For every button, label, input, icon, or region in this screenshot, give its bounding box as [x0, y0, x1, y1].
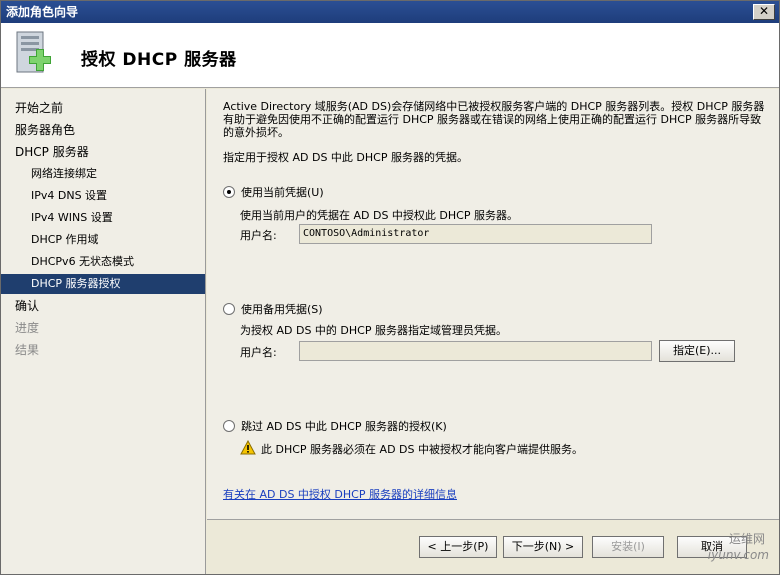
- current-username-field: CONTOSO\Administrator: [299, 224, 652, 244]
- add-roles-wizard-window: 添加角色向导 ✕ 授权 DHCP 服务器 开始之前 服务器角色 DHCP 服务器…: [0, 0, 780, 575]
- content-pane: Active Directory 域服务(AD DS)会存储网络中已被授权服务客…: [207, 89, 779, 519]
- window-title: 添加角色向导: [6, 5, 79, 19]
- current-username-label: 用户名:: [240, 229, 277, 242]
- nav-item-dhcp-server[interactable]: DHCP 服务器: [1, 142, 205, 162]
- install-button: 安装(I): [592, 536, 664, 558]
- nav-item-dhcp-authorization[interactable]: DHCP 服务器授权: [1, 274, 205, 294]
- radio-current-label: 使用当前凭据(U): [241, 186, 324, 199]
- nav-item-ipv4-dns[interactable]: IPv4 DNS 设置: [1, 186, 205, 206]
- button-bar: < 上一步(P) 下一步(N) > 安装(I) 取消 运维网 iyunv.com: [207, 519, 779, 574]
- nav-item-dhcpv6-stateless[interactable]: DHCPv6 无状态模式: [1, 252, 205, 272]
- alternate-username-label: 用户名:: [240, 346, 277, 359]
- wizard-nav: 开始之前 服务器角色 DHCP 服务器 网络连接绑定 IPv4 DNS 设置 I…: [1, 89, 206, 574]
- alternate-credentials-description: 为授权 AD DS 中的 DHCP 服务器指定域管理员凭据。: [240, 324, 507, 337]
- radio-current-credentials[interactable]: 使用当前凭据(U): [223, 184, 324, 200]
- radio-unchecked[interactable]: [223, 420, 235, 432]
- nav-item-progress: 进度: [15, 321, 40, 335]
- nav-item-network-binding[interactable]: 网络连接绑定: [1, 164, 205, 184]
- watermark-logo: 运维网 iyunv.com: [671, 528, 771, 570]
- title-bar: 添加角色向导 ✕: [1, 1, 779, 23]
- nav-item-results: 结果: [15, 343, 40, 357]
- radio-alternate-label: 使用备用凭据(S): [241, 303, 323, 316]
- more-info-link[interactable]: 有关在 AD DS 中授权 DHCP 服务器的详细信息: [223, 486, 457, 502]
- radio-skip-label: 跳过 AD DS 中此 DHCP 服务器的授权(K): [241, 420, 447, 433]
- specify-button[interactable]: 指定(E)...: [659, 340, 735, 362]
- back-button[interactable]: < 上一步(P): [419, 536, 497, 558]
- nav-item-confirmation[interactable]: 确认: [1, 296, 205, 316]
- nav-item-dhcp-scopes[interactable]: DHCP 作用域: [1, 230, 205, 250]
- skip-warning-text: 此 DHCP 服务器必须在 AD DS 中被授权才能向客户端提供服务。: [261, 443, 583, 456]
- radio-unchecked[interactable]: [223, 303, 235, 315]
- next-button[interactable]: 下一步(N) >: [503, 536, 583, 558]
- radio-alternate-credentials[interactable]: 使用备用凭据(S): [223, 301, 323, 317]
- radio-skip-authorization[interactable]: 跳过 AD DS 中此 DHCP 服务器的授权(K): [223, 418, 447, 434]
- nav-item-before-you-begin[interactable]: 开始之前: [1, 98, 205, 118]
- close-button[interactable]: ✕: [753, 4, 775, 20]
- watermark-line1: 运维网: [728, 532, 765, 546]
- nav-item-ipv4-wins[interactable]: IPv4 WINS 设置: [1, 208, 205, 228]
- instruction-text: 指定用于授权 AD DS 中此 DHCP 服务器的凭据。: [223, 151, 468, 164]
- watermark-line2: iyunv.com: [707, 548, 769, 562]
- alternate-username-field: [299, 341, 652, 361]
- warning-icon: [240, 440, 256, 455]
- server-add-icon: [16, 31, 51, 73]
- description-text: Active Directory 域服务(AD DS)会存储网络中已被授权服务客…: [223, 100, 765, 139]
- current-credentials-description: 使用当前用户的凭据在 AD DS 中授权此 DHCP 服务器。: [240, 209, 518, 222]
- nav-item-server-roles[interactable]: 服务器角色: [1, 120, 205, 140]
- page-title: 授权 DHCP 服务器: [81, 50, 237, 70]
- radio-checked[interactable]: [223, 186, 235, 198]
- header-banner: 授权 DHCP 服务器: [1, 23, 779, 88]
